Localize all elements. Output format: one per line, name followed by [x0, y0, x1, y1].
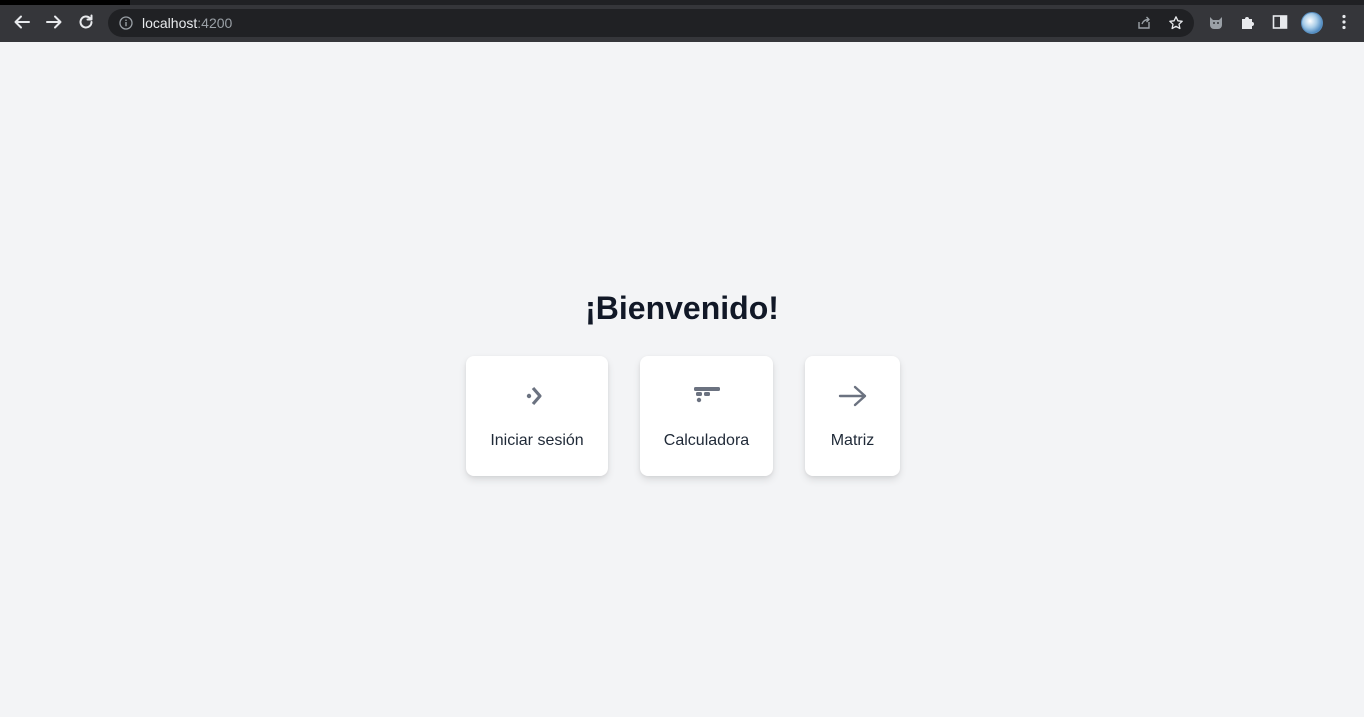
- login-card[interactable]: Iniciar sesión: [466, 356, 608, 476]
- login-card-label: Iniciar sesión: [490, 432, 584, 449]
- tab-strip: [0, 0, 1364, 5]
- forward-button[interactable]: [43, 11, 65, 33]
- side-panel-icon[interactable]: [1271, 13, 1289, 31]
- extensions-puzzle-icon[interactable]: [1239, 13, 1257, 31]
- address-bar[interactable]: localhost:4200: [108, 9, 1194, 37]
- calculator-card[interactable]: Calculadora: [640, 356, 773, 476]
- bookmark-star-icon[interactable]: [1168, 15, 1184, 31]
- browser-toolbar: localhost:4200: [0, 0, 1364, 42]
- arrow-left-icon: [14, 15, 30, 29]
- arrow-right-icon: [46, 15, 62, 29]
- cat-extension-icon[interactable]: [1207, 13, 1225, 31]
- matrix-card-label: Matriz: [830, 432, 875, 449]
- reload-icon: [79, 14, 93, 29]
- active-tab-edge[interactable]: [0, 0, 130, 5]
- profile-avatar[interactable]: [1301, 12, 1323, 34]
- url-port: :4200: [197, 15, 233, 31]
- share-icon[interactable]: [1136, 15, 1152, 31]
- address-url[interactable]: localhost:4200: [142, 15, 232, 31]
- calculator-icon: [691, 382, 723, 410]
- login-chevron-icon: [521, 382, 553, 410]
- arrow-right-icon: [837, 382, 869, 410]
- site-info-icon[interactable]: [119, 16, 133, 30]
- reload-button[interactable]: [75, 11, 97, 33]
- matrix-card[interactable]: Matriz: [805, 356, 900, 476]
- calculator-card-label: Calculadora: [663, 432, 750, 449]
- back-button[interactable]: [11, 11, 33, 33]
- page-title: ¡Bienvenido!: [585, 290, 779, 326]
- url-host: localhost: [142, 15, 198, 31]
- kebab-menu-icon[interactable]: [1340, 14, 1348, 30]
